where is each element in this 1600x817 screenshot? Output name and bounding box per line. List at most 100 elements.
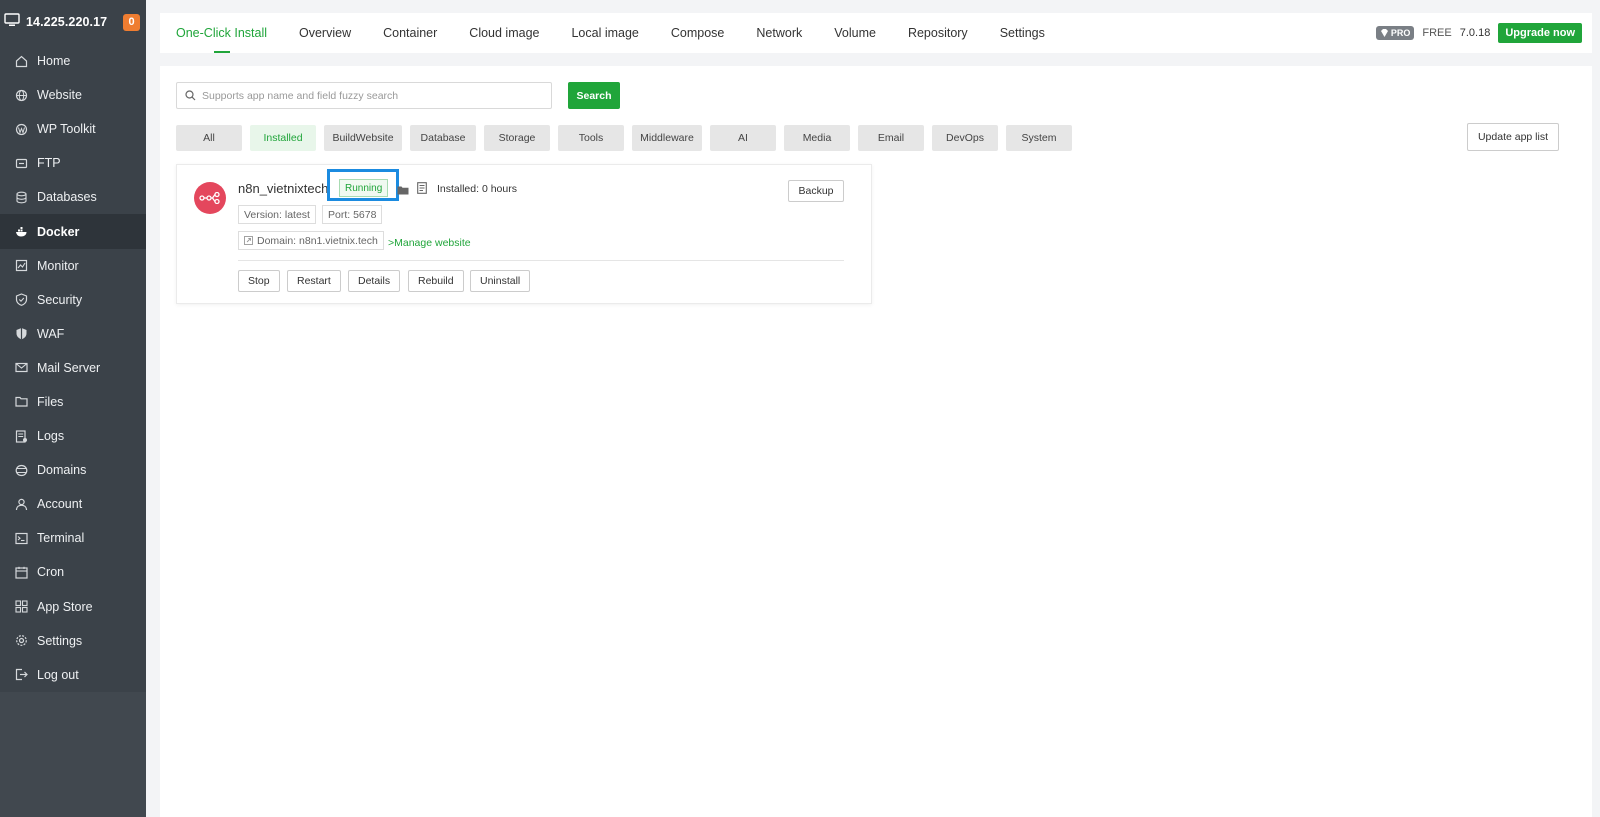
category-buildwebsite[interactable]: BuildWebsite xyxy=(324,125,402,151)
sidebar-item-label: Monitor xyxy=(37,258,79,273)
globe-icon xyxy=(15,89,28,102)
sidebar-item-label: WP Toolkit xyxy=(37,122,96,137)
monitor-icon xyxy=(15,259,28,272)
sidebar-item-files[interactable]: Files xyxy=(0,385,146,419)
search-field[interactable] xyxy=(176,82,552,109)
main-area: One-Click Install Overview Container Cloud … xyxy=(146,0,1600,817)
sidebar-item-docker[interactable]: Docker xyxy=(0,214,146,249)
sidebar-item-logs[interactable]: Logs xyxy=(0,419,146,453)
sidebar-item-waf[interactable]: WAF xyxy=(0,317,146,351)
tab-volume[interactable]: Volume xyxy=(818,13,892,53)
update-app-list-button[interactable]: Update app list xyxy=(1467,123,1559,151)
docker-icon xyxy=(15,225,28,238)
sidebar-item-label: WAF xyxy=(37,326,65,341)
sidebar-item-label: Settings xyxy=(37,633,83,648)
user-icon xyxy=(15,498,28,511)
search-input[interactable] xyxy=(202,89,542,102)
sidebar-item-label: Log out xyxy=(37,667,79,682)
terminal-icon xyxy=(15,532,28,545)
sidebar-item-label: Logs xyxy=(37,429,65,444)
installed-time: Installed: 0 hours xyxy=(437,183,517,195)
sidebar-item-log-out[interactable]: Log out xyxy=(0,658,146,692)
category-email[interactable]: Email xyxy=(858,125,924,151)
sidebar-item-home[interactable]: Home xyxy=(0,44,146,78)
tab-list: One-Click Install Overview Container Cloud … xyxy=(160,13,1061,53)
app-name: n8n_vietnixtech xyxy=(238,181,329,196)
sidebar-item-label: Terminal xyxy=(37,531,85,546)
restart-button[interactable]: Restart xyxy=(287,270,341,292)
sidebar-item-label: Mail Server xyxy=(37,360,101,375)
sidebar-menu: Home Website WP Toolkit FTP Databases Docker M… xyxy=(0,44,146,692)
grid-icon xyxy=(15,600,28,613)
ftp-icon xyxy=(15,157,28,170)
sidebar-item-wp-toolkit[interactable]: WP Toolkit xyxy=(0,112,146,146)
sidebar-item-account[interactable]: Account xyxy=(0,487,146,521)
tab-compose[interactable]: Compose xyxy=(655,13,741,53)
sidebar-item-terminal[interactable]: Terminal xyxy=(0,521,146,555)
log-icon[interactable] xyxy=(417,181,428,199)
tab-network[interactable]: Network xyxy=(740,13,818,53)
pro-badge: PRO xyxy=(1375,26,1415,40)
details-button[interactable]: Details xyxy=(348,270,401,292)
notification-badge[interactable]: 0 xyxy=(123,13,140,31)
sidebar-item-label: Account xyxy=(37,497,83,512)
sidebar-item-label: App Store xyxy=(37,599,93,614)
sidebar-item-website[interactable]: Website xyxy=(0,78,146,112)
server-ip: 14.225.220.17 xyxy=(26,15,108,29)
sidebar-item-label: Security xyxy=(37,292,83,307)
folder-icon xyxy=(15,395,28,408)
sidebar-item-app-store[interactable]: App Store xyxy=(0,590,146,624)
tab-settings[interactable]: Settings xyxy=(984,13,1061,53)
domain-tag: Domain: n8n1.vietnix.tech xyxy=(238,231,384,250)
shield-icon xyxy=(15,293,28,307)
category-installed[interactable]: Installed xyxy=(250,125,316,151)
tab-overview[interactable]: Overview xyxy=(283,13,367,53)
sidebar-item-databases[interactable]: Databases xyxy=(0,180,146,214)
category-ai[interactable]: AI xyxy=(710,125,776,151)
sidebar-item-label: Website xyxy=(37,88,82,103)
card-divider xyxy=(238,260,844,261)
sidebar: 14.225.220.17 0 Home Website WP Toolkit FTP… xyxy=(0,0,146,817)
search-icon xyxy=(185,90,196,101)
sidebar-item-mail-server[interactable]: Mail Server xyxy=(0,351,146,385)
diamond-icon xyxy=(1380,29,1388,37)
category-filters: All Installed BuildWebsite Database Storage T… xyxy=(176,125,1072,151)
sidebar-item-ftp[interactable]: FTP xyxy=(0,146,146,180)
category-media[interactable]: Media xyxy=(784,125,850,151)
tab-container[interactable]: Container xyxy=(367,13,453,53)
tab-one-click-install[interactable]: One-Click Install xyxy=(160,13,283,53)
sidebar-item-cron[interactable]: Cron xyxy=(0,555,146,589)
status-highlight-box xyxy=(327,169,399,201)
topbar-right: PRO FREE 7.0.18 Upgrade now xyxy=(1375,23,1592,43)
rebuild-button[interactable]: Rebuild xyxy=(408,270,464,292)
sidebar-item-monitor[interactable]: Monitor xyxy=(0,249,146,283)
category-all[interactable]: All xyxy=(176,125,242,151)
search-button[interactable]: Search xyxy=(568,82,620,109)
category-storage[interactable]: Storage xyxy=(484,125,550,151)
tab-local-image[interactable]: Local image xyxy=(555,13,654,53)
home-icon xyxy=(15,55,28,68)
sidebar-footer xyxy=(0,692,146,817)
sidebar-item-security[interactable]: Security xyxy=(0,283,146,317)
stop-button[interactable]: Stop xyxy=(238,270,280,292)
tab-repository[interactable]: Repository xyxy=(892,13,984,53)
sidebar-item-domains[interactable]: Domains xyxy=(0,453,146,487)
sidebar-item-label: Databases xyxy=(37,190,97,205)
folder-icon[interactable] xyxy=(397,182,409,200)
backup-button[interactable]: Backup xyxy=(788,180,844,202)
uninstall-button[interactable]: Uninstall xyxy=(470,270,531,292)
upgrade-button[interactable]: Upgrade now xyxy=(1498,23,1582,43)
free-label: FREE xyxy=(1422,27,1452,39)
tab-cloud-image[interactable]: Cloud image xyxy=(453,13,555,53)
manage-website-link[interactable]: >Manage website xyxy=(388,237,471,249)
category-tools[interactable]: Tools xyxy=(558,125,624,151)
sidebar-item-settings[interactable]: Settings xyxy=(0,624,146,658)
app-card: n8n_vietnixtech Running Installed: 0 hou… xyxy=(176,164,872,304)
monitor-screen-icon xyxy=(4,12,20,32)
category-system[interactable]: System xyxy=(1006,125,1072,151)
category-middleware[interactable]: Middleware xyxy=(632,125,702,151)
category-database[interactable]: Database xyxy=(410,125,476,151)
mail-icon xyxy=(15,361,28,374)
sidebar-item-label: Domains xyxy=(37,463,87,478)
category-devops[interactable]: DevOps xyxy=(932,125,998,151)
